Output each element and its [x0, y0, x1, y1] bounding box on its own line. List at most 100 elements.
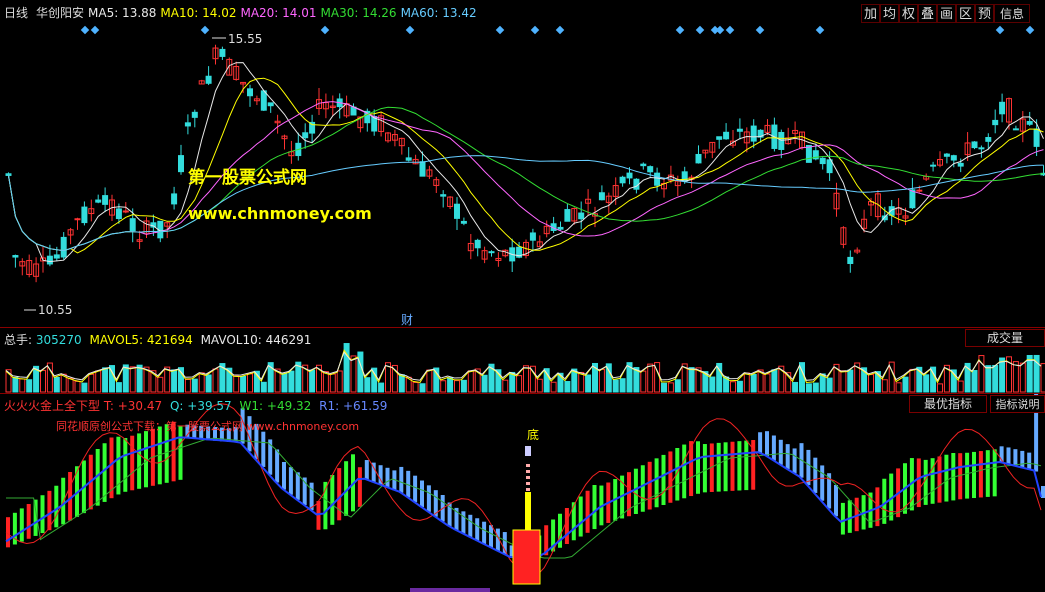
volume-bar: [12, 376, 19, 393]
toolbar-button-average[interactable]: 均: [880, 4, 899, 23]
candle-body: [578, 212, 585, 220]
bottom-marker: 底: [527, 428, 540, 442]
volume-bar: [1019, 362, 1026, 393]
candle-body: [695, 153, 702, 164]
candle-body: [102, 195, 109, 205]
indicator-bar: [965, 452, 970, 499]
indicator-bar: [744, 440, 749, 491]
volume-bar: [288, 370, 295, 393]
volume-bar: [364, 377, 371, 393]
volume-bar: [481, 374, 488, 393]
volume-bar: [923, 374, 930, 393]
indicator-bar: [489, 525, 493, 548]
toolbar-button-info[interactable]: 信息: [994, 4, 1030, 23]
period-label[interactable]: 日线: [4, 6, 28, 20]
indicator-bar: [130, 435, 135, 491]
volume-bar: [322, 371, 329, 393]
indicator-bar: [820, 465, 825, 501]
volume-bar: [805, 383, 812, 393]
indicator-bar: [385, 467, 390, 488]
watermark-title: 第一股票公式网: [188, 168, 307, 188]
candle-body: [81, 206, 88, 224]
volume-bar: [122, 364, 129, 393]
volume-bar: [40, 369, 46, 393]
volume-bar: [412, 382, 419, 393]
volume-bar: [902, 376, 909, 393]
candle-body: [1026, 121, 1033, 125]
candle-body: [654, 172, 661, 186]
candle-body: [178, 155, 184, 173]
candle-body: [219, 48, 226, 57]
candle-body: [930, 164, 937, 167]
candle-body: [985, 137, 992, 142]
indicator-bar: [26, 504, 31, 539]
event-diamond-icon: [995, 25, 1005, 35]
financial-marker[interactable]: 财: [401, 313, 413, 327]
candle-body: [909, 189, 916, 209]
candle-body: [529, 232, 536, 241]
toolbar-button-overlay[interactable]: 叠: [918, 4, 937, 23]
indicator-bar: [758, 432, 763, 454]
toolbar-button-add[interactable]: 加: [861, 4, 880, 23]
toolbar-button-rights[interactable]: 权: [899, 4, 918, 23]
stock-name[interactable]: 华创阳安: [36, 6, 84, 20]
candle-body: [454, 203, 460, 219]
toolbar-button-forecast[interactable]: 预: [975, 4, 994, 23]
indicator-bar: [737, 441, 742, 491]
indicator-bar: [847, 500, 852, 533]
volume-bar: [171, 369, 178, 393]
toolbar-button-draw[interactable]: 画: [937, 4, 956, 23]
volume-bar: [826, 377, 833, 393]
indicator-bar: [288, 467, 293, 495]
price-panel[interactable]: 15.55 10.55 财 第一股票公式网 www.chnmoney.com: [0, 24, 1045, 327]
candle-body: [5, 173, 12, 176]
candle-body: [184, 122, 191, 127]
volume-tab[interactable]: 成交量: [965, 329, 1045, 347]
candle-body: [60, 236, 67, 258]
volume-panel[interactable]: 总手: 305270 MAVOL5: 421694 MAVOL10: 44629…: [0, 327, 1045, 393]
volume-bar: [895, 382, 902, 393]
candle-body: [115, 208, 122, 220]
volume-bar: [309, 369, 316, 393]
candle-body: [723, 131, 730, 140]
indicator-bar: [137, 433, 142, 489]
indicator-bar: [54, 485, 59, 528]
volume-bar: [129, 366, 136, 393]
indicator-bar: [413, 475, 418, 503]
indicator-bar: [1027, 452, 1032, 470]
indicator-name[interactable]: 火火火金上全下型: [4, 399, 100, 413]
candle-body: [950, 155, 957, 161]
event-diamond-icon: [495, 25, 505, 35]
volume-bar: [523, 365, 529, 393]
toolbar-button-range[interactable]: 区: [956, 4, 975, 23]
candlestick-chart[interactable]: [0, 24, 1045, 327]
volume-bar: [467, 370, 474, 393]
t-label: T:: [103, 399, 118, 413]
event-diamond-icon: [815, 25, 825, 35]
event-diamond-icon: [695, 25, 705, 35]
candle-body: [419, 161, 426, 177]
indicator-explain-tab[interactable]: 指标说明: [990, 395, 1045, 413]
bottom-signal-dot: [526, 464, 530, 467]
indicator-bar: [972, 451, 976, 499]
event-diamond-icon: [320, 25, 330, 35]
volume-bar: [95, 370, 102, 393]
volume-bar: [378, 382, 385, 393]
volume-bar: [957, 380, 964, 393]
candle-body: [53, 254, 60, 259]
ma-legend-item: MA20: 14.01: [240, 6, 317, 20]
volume-bar: [661, 382, 667, 393]
candle-body: [405, 157, 412, 161]
indicator-bar: [482, 521, 487, 545]
volume-bar: [578, 371, 585, 393]
t-value: +30.47: [117, 399, 163, 413]
candle-body: [750, 125, 757, 142]
best-indicator-tab[interactable]: 最优指标: [909, 395, 987, 413]
indicator-bar: [723, 442, 728, 492]
event-diamond-icon: [90, 25, 100, 35]
indicator-panel[interactable]: 火火火金上全下型 T: +30.47 Q: +39.57 W1: +49.32 …: [0, 393, 1045, 592]
volume-bar: [447, 377, 454, 393]
candle-body: [74, 218, 81, 221]
candle-body: [564, 209, 571, 222]
high-price-label: 15.55: [228, 32, 263, 46]
